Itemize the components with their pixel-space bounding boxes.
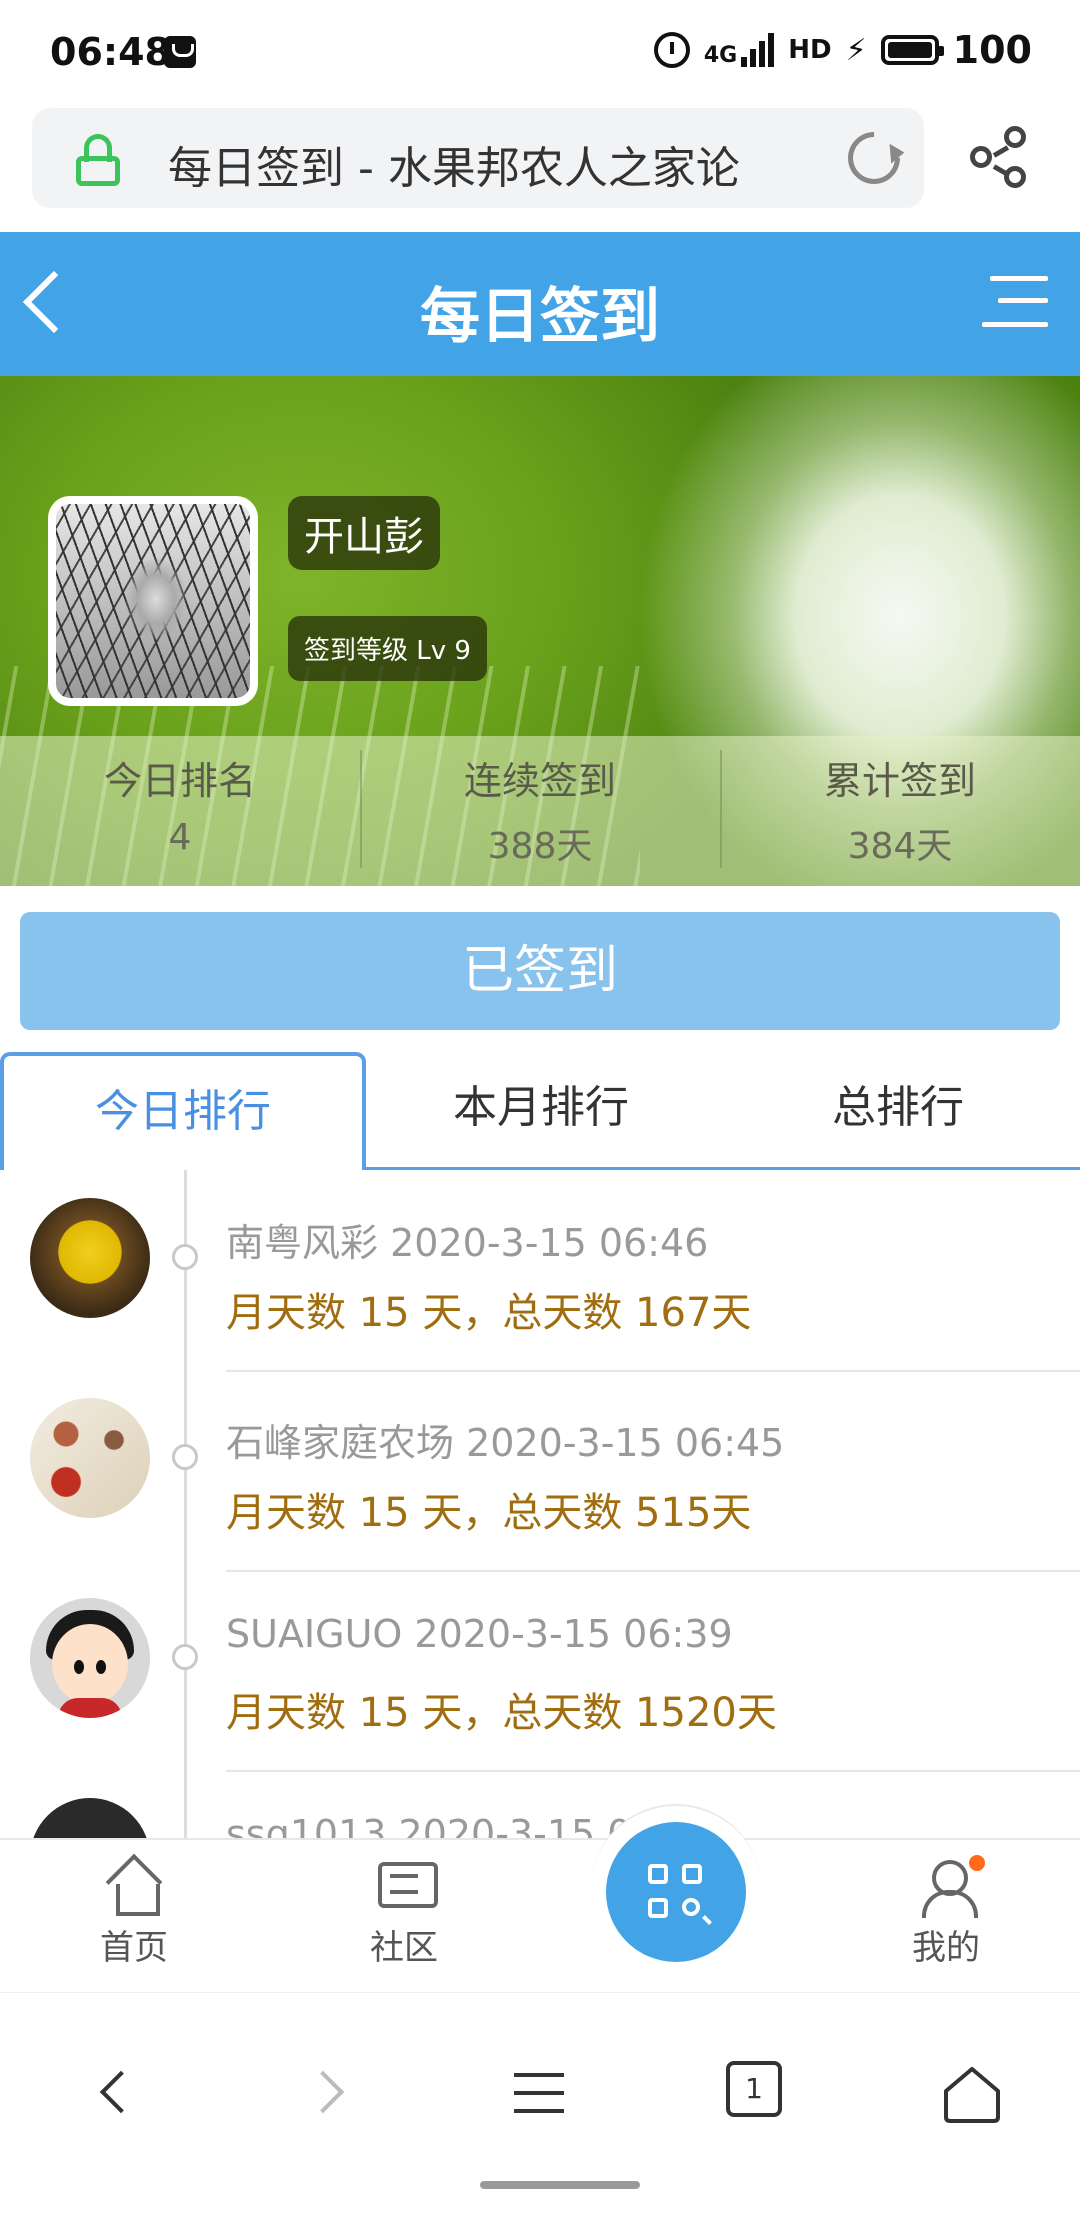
rank-detail: 月天数 15 天，总天数 515天: [226, 1490, 752, 1536]
stats-row: 今日排名 4 连续签到 388天 累计签到 384天: [0, 736, 1080, 886]
status-bar: 06:48 4G HD ⚡ 100: [0, 0, 1080, 108]
share-icon[interactable]: [970, 126, 1030, 188]
reload-icon[interactable]: [837, 121, 911, 195]
charging-icon: ⚡: [845, 32, 867, 68]
signal-bars-icon: [741, 33, 775, 67]
stat-label: 累计签到: [823, 759, 976, 803]
tab-total[interactable]: 总排行: [716, 1052, 1080, 1167]
rank-user-time: 石峰家庭农场 2020-3-15 06:45: [226, 1412, 784, 1467]
alarm-icon: [653, 32, 690, 68]
stat-label: 今日排名: [103, 759, 256, 803]
app-bottom-nav: 首页 社区 我的: [0, 1804, 1080, 1992]
rank-username[interactable]: ssq1013: [226, 1812, 386, 1838]
browser-nav: 1: [0, 1992, 1080, 2232]
rank-time: 2020-3-15 0: [398, 1812, 632, 1838]
signed-button[interactable]: 已签到: [20, 912, 1060, 1030]
stat-label: 连续签到: [463, 759, 616, 803]
home-icon: [104, 1858, 164, 1916]
avatar[interactable]: [30, 1798, 150, 1838]
signal-icon: 4G: [703, 33, 775, 68]
stat-total: 累计签到 384天: [720, 736, 1080, 886]
scan-button[interactable]: [590, 1804, 762, 1976]
nav-home[interactable]: 首页: [64, 1858, 204, 1969]
notification-dot: [966, 1852, 988, 1874]
list-item[interactable]: 南粤风彩 2020-3-15 06:46 月天数 15 天，总天数 167天: [0, 1170, 1080, 1372]
stat-consecutive: 连续签到 388天: [360, 736, 720, 886]
avatar[interactable]: [30, 1598, 150, 1718]
rank-time: 2020-3-15 06:46: [390, 1221, 709, 1265]
rank-time: 2020-3-15 06:45: [466, 1421, 785, 1465]
battery-percent: 100: [952, 28, 1032, 72]
avatar[interactable]: [30, 1198, 150, 1318]
rank-time: 2020-3-15 06:39: [414, 1612, 733, 1656]
user-icon: [916, 1852, 988, 1918]
timeline-dot: [172, 1644, 198, 1670]
nav-label: 首页: [100, 1928, 168, 1968]
status-time: 06:48: [50, 30, 171, 74]
browser-tabs-button[interactable]: 1: [726, 2061, 782, 2117]
rank-detail: 月天数 15 天，总天数 1520天: [226, 1690, 777, 1736]
browser-home-icon[interactable]: [940, 2061, 1004, 2125]
avatar[interactable]: [30, 1398, 150, 1518]
ranking-list: 南粤风彩 2020-3-15 06:46 月天数 15 天，总天数 167天 石…: [0, 1170, 1080, 1838]
list-item[interactable]: SUAIGUO 2020-3-15 06:39 月天数 15 天，总天数 152…: [0, 1570, 1080, 1772]
rank-detail: 月天数 15 天，总天数 167天: [226, 1290, 752, 1336]
rank-username[interactable]: SUAIGUO: [226, 1612, 402, 1656]
stat-value: 4: [168, 817, 192, 858]
username: 开山彭: [288, 496, 440, 570]
stat-value: 388天: [487, 826, 593, 867]
profile-banner: 开山彭 签到等级 Lv 9 今日排名 4 连续签到 388天 累计签到 384天: [0, 376, 1080, 886]
nav-label: 我的: [912, 1928, 980, 1968]
network-type: 4G: [703, 43, 738, 68]
address-bar[interactable]: 每日签到 - 水果邦农人之家论: [32, 108, 924, 208]
rank-username[interactable]: 石峰家庭农场: [226, 1421, 454, 1465]
nav-community[interactable]: 社区: [334, 1858, 474, 1969]
ranking-tabs: 今日排行 本月排行 总排行: [0, 1052, 1080, 1170]
scan-icon: [606, 1822, 746, 1962]
browser-forward-icon[interactable]: [296, 2061, 360, 2125]
nav-label: 社区: [370, 1928, 438, 1968]
stat-value: 384天: [847, 826, 953, 867]
user-avatar[interactable]: [48, 496, 258, 706]
gesture-bar[interactable]: [480, 2181, 640, 2189]
notification-app-icon: [164, 36, 196, 68]
rank-username[interactable]: 南粤风彩: [226, 1221, 378, 1265]
timeline-dot: [172, 1244, 198, 1270]
tab-today[interactable]: 今日排行: [0, 1052, 366, 1170]
chat-icon: [374, 1858, 438, 1914]
stat-today-rank: 今日排名 4: [0, 736, 360, 886]
battery-icon: [880, 35, 944, 65]
title-bar: 每日签到: [0, 232, 1080, 376]
sign-level-badge: 签到等级 Lv 9: [288, 616, 487, 681]
status-icons: 4G HD ⚡ 100: [653, 28, 1032, 72]
tab-month[interactable]: 本月排行: [366, 1052, 716, 1167]
nav-mine[interactable]: 我的: [876, 1852, 1016, 1969]
browser-back-icon[interactable]: [84, 2061, 148, 2125]
address-text[interactable]: 每日签到 - 水果邦农人之家论: [168, 132, 808, 196]
hd-icon: HD: [788, 35, 832, 65]
timeline-dot: [172, 1444, 198, 1470]
lock-icon: [76, 134, 120, 186]
rank-user-time: 南粤风彩 2020-3-15 06:46: [226, 1212, 708, 1267]
page-title: 每日签到: [420, 282, 660, 352]
rank-user-time: ssq1013 2020-3-15 0: [226, 1812, 631, 1838]
rank-user-time: SUAIGUO 2020-3-15 06:39: [226, 1612, 733, 1656]
list-item[interactable]: 石峰家庭农场 2020-3-15 06:45 月天数 15 天，总天数 515天: [0, 1370, 1080, 1572]
browser-menu-icon[interactable]: [508, 2061, 572, 2125]
list-item[interactable]: ssq1013 2020-3-15 0: [0, 1770, 1080, 1838]
menu-icon[interactable]: [982, 272, 1048, 330]
